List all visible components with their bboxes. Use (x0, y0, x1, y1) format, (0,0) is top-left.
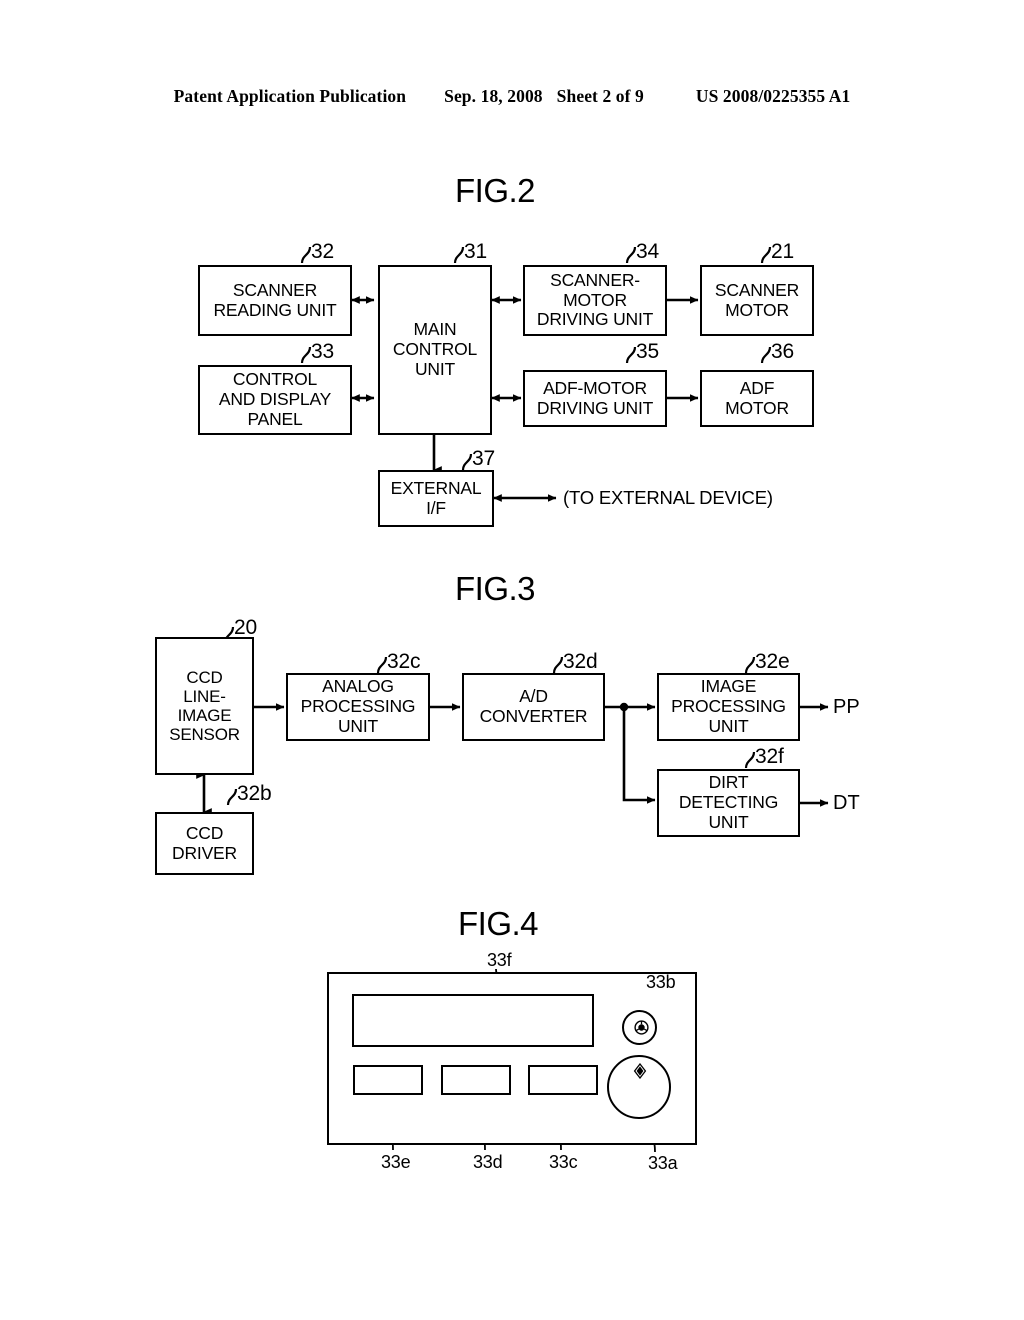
publication-date: Sep. 18, 2008 (444, 86, 543, 106)
signal-junction-dot (619, 702, 629, 712)
patent-number: US 2008/0225355 A1 (695, 86, 851, 106)
panel-key-33c[interactable] (528, 1065, 598, 1095)
ref-32d: 32d (563, 650, 598, 673)
panel-start-button[interactable] (607, 1055, 671, 1119)
figure-3-title: FIG.3 (455, 570, 536, 607)
block-ccd-line-image-sensor: CCD LINE- IMAGE SENSOR (155, 637, 254, 775)
ref-37: 37 (472, 447, 495, 470)
ref-33c: 33c (549, 1152, 578, 1172)
ref-20: 20 (234, 616, 257, 639)
block-control-and-display-panel: CONTROL AND DISPLAY PANEL (198, 365, 352, 435)
panel-key-33e[interactable] (353, 1065, 423, 1095)
ref-33e: 33e (381, 1152, 411, 1172)
ref-33b: 33b (646, 972, 676, 992)
stop-icon (633, 1019, 649, 1035)
ref-32c: 32c (387, 650, 421, 673)
ref-35: 35 (636, 340, 659, 363)
block-image-processing-unit: IMAGE PROCESSING UNIT (657, 673, 800, 741)
ref-34: 34 (636, 240, 659, 263)
ref-33d: 33d (473, 1152, 503, 1172)
block-adf-motor: ADF MOTOR (700, 370, 814, 427)
block-adf-motor-driving-unit: ADF-MOTOR DRIVING UNIT (523, 370, 667, 427)
block-ad-converter: A/D CONVERTER (462, 673, 605, 741)
ref-32b: 32b (237, 782, 272, 805)
block-scanner-reading-unit: SCANNER READING UNIT (198, 265, 352, 336)
ref-32f: 32f (755, 745, 784, 768)
block-external-if: EXTERNAL I/F (378, 470, 494, 527)
ref-33f: 33f (487, 950, 512, 970)
label-to-external-device: (TO EXTERNAL DEVICE) (563, 487, 773, 508)
panel-stop-button[interactable] (622, 1010, 657, 1045)
panel-key-33d[interactable] (441, 1065, 511, 1095)
panel-display (352, 994, 594, 1047)
output-label-pp: PP (833, 696, 860, 718)
block-dirt-detecting-unit: DIRT DETECTING UNIT (657, 769, 800, 837)
sheet-number: Sheet 2 of 9 (556, 86, 644, 106)
ref-31: 31 (464, 240, 487, 263)
ref-32: 32 (311, 240, 334, 263)
block-ccd-driver: CCD DRIVER (155, 812, 254, 875)
ref-32e: 32e (755, 650, 790, 673)
block-analog-processing-unit: ANALOG PROCESSING UNIT (286, 673, 430, 741)
figure-2-title: FIG.2 (455, 172, 536, 209)
block-scanner-motor: SCANNER MOTOR (700, 265, 814, 336)
start-icon (631, 1062, 649, 1080)
block-main-control-unit: MAIN CONTROL UNIT (378, 265, 492, 435)
publication-label: Patent Application Publication (173, 86, 407, 106)
ref-36: 36 (771, 340, 794, 363)
ref-21: 21 (771, 240, 794, 263)
page-header: Patent Application Publication Sep. 18, … (0, 86, 1024, 107)
block-scanner-motor-driving-unit: SCANNER- MOTOR DRIVING UNIT (523, 265, 667, 336)
figure-4-title: FIG.4 (458, 905, 539, 942)
output-label-dt: DT (833, 792, 860, 814)
ref-33: 33 (311, 340, 334, 363)
ref-33a: 33a (648, 1153, 678, 1173)
